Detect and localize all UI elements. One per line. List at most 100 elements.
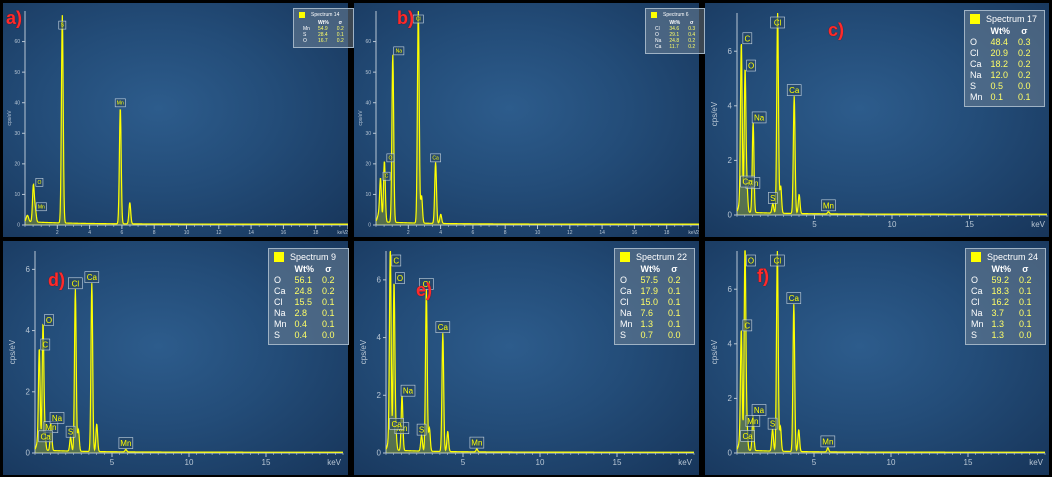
- legend-swatch: [651, 12, 657, 18]
- wt-cell: 0.1: [990, 92, 1004, 102]
- peak-label: Mn: [35, 202, 47, 212]
- legend-swatch: [299, 12, 305, 18]
- wt-cell: 57.5: [640, 275, 659, 285]
- x-tick-label: 5: [812, 220, 817, 229]
- x-axis-label: keV: [678, 458, 692, 467]
- y-tick-label: 0: [26, 449, 31, 458]
- sigma-cell: 0.0: [1018, 81, 1031, 91]
- wt-cell: 18.2: [990, 59, 1009, 69]
- wt-cell: 15.5: [294, 297, 313, 307]
- element-cell: O: [274, 275, 282, 285]
- peak-label: S: [416, 423, 427, 436]
- table-header: Wt%: [991, 264, 1012, 274]
- x-tick-label: 14: [599, 230, 605, 236]
- wt-cell: 17.9: [640, 286, 659, 296]
- wt-cell: 11.7: [669, 44, 679, 50]
- panel-label: a): [6, 8, 23, 28]
- sigma-cell: 0.2: [688, 44, 696, 50]
- y-tick-label: 50: [365, 70, 371, 76]
- legend-swatch: [971, 252, 981, 262]
- svg-text:C: C: [744, 321, 750, 330]
- y-tick-label: 30: [14, 131, 20, 137]
- svg-text:Na: Na: [754, 113, 765, 122]
- x-tick-label: 6: [121, 230, 124, 236]
- table-row: Na 2.8 0.1: [274, 308, 343, 319]
- svg-text:Ca: Ca: [743, 178, 754, 187]
- x-tick-label: 2: [56, 230, 59, 236]
- legend-table: Spectrum 17 Wt% σ O 48.4 0.3 Cl 20.9 0.2 Ca 18.2 0.…: [964, 10, 1045, 107]
- peak-label: Cl: [770, 254, 785, 267]
- peak-label: Ca: [430, 153, 441, 163]
- wt-cell: 0.5: [990, 81, 1004, 91]
- composition-table: Wt% σ O 48.4 0.3 Cl 20.9 0.2 Ca 18.2 0.2 Na 12.0 0.2 S…: [970, 26, 1039, 103]
- svg-text:Ca: Ca: [789, 86, 800, 95]
- x-tick-label: 18: [664, 230, 670, 236]
- element-cell: Ca: [274, 286, 286, 296]
- table-row: O 57.5 0.2: [620, 275, 689, 286]
- svg-text:Na: Na: [52, 414, 63, 423]
- svg-text:Mn: Mn: [747, 417, 758, 426]
- element-cell: S: [274, 330, 281, 340]
- y-axis-label: cps/eV: [8, 339, 17, 364]
- svg-text:Ca: Ca: [41, 432, 52, 441]
- y-tick-label: 50: [14, 70, 20, 76]
- table-row: Ca 17.9 0.1: [620, 286, 689, 297]
- element-cell: Ca: [655, 44, 662, 50]
- sigma-cell: 0.1: [1019, 286, 1032, 296]
- x-tick-label: 15: [965, 220, 974, 229]
- table-row: Mn 1.3 0.1: [971, 319, 1040, 330]
- table-header: [620, 264, 641, 275]
- element-cell: O: [620, 275, 628, 285]
- svg-text:S: S: [68, 428, 73, 437]
- wt-cell: 20.9: [990, 48, 1009, 58]
- legend-header: Spectrum 17: [970, 14, 1039, 24]
- x-tick-label: 5: [812, 458, 817, 467]
- sigma-cell: 0.2: [1019, 275, 1032, 285]
- svg-text:O: O: [388, 155, 392, 161]
- peak-label: C: [742, 319, 753, 332]
- y-tick-label: 6: [26, 265, 31, 274]
- sigma-cell: 0.2: [1018, 59, 1031, 69]
- peak-label: Na: [49, 412, 65, 424]
- x-tick-label: 12: [216, 230, 222, 236]
- element-cell: S: [971, 330, 978, 340]
- element-cell: Ca: [971, 286, 983, 296]
- y-tick-label: 2: [728, 156, 733, 165]
- legend-header: Spectrum 24: [971, 252, 1040, 262]
- peak-label: Na: [751, 404, 767, 416]
- svg-text:Ca: Ca: [438, 323, 449, 332]
- wt-cell: 12.0: [990, 70, 1009, 80]
- x-tick-label: 6: [472, 230, 475, 236]
- y-tick-label: 40: [14, 100, 20, 106]
- table-row: Ca 18.3 0.1: [971, 286, 1040, 297]
- table-header: Wt%: [990, 26, 1011, 36]
- svg-text:Ca: Ca: [743, 432, 754, 441]
- x-tick-label: 14: [248, 230, 254, 236]
- sigma-cell: 0.0: [1019, 330, 1032, 340]
- svg-text:Mn: Mn: [117, 100, 124, 106]
- sigma-cell: 0.1: [1019, 297, 1032, 307]
- wt-cell: 0.4: [294, 330, 308, 340]
- peak-label: Mn: [469, 436, 485, 449]
- peak-label: C: [382, 171, 391, 181]
- y-tick-label: 30: [365, 131, 371, 137]
- x-tick-label: 10: [888, 220, 897, 229]
- x-tick-label: 15: [964, 458, 973, 467]
- composition-table: Wt% σ Mn 54.9 0.2 S 28.4 0.1 O 16.7 0.2: [299, 20, 348, 44]
- wt-cell: 56.1: [294, 275, 313, 285]
- element-cell: S: [620, 330, 627, 340]
- y-tick-label: 6: [377, 276, 382, 285]
- element-cell: O: [971, 275, 979, 285]
- legend-title: Spectrum 22: [636, 252, 688, 262]
- x-axis-label: keV: [327, 458, 341, 467]
- wt-cell: 3.7: [991, 308, 1005, 318]
- svg-text:S: S: [770, 194, 775, 203]
- x-tick-label: 18: [313, 230, 319, 236]
- element-cell: Ca: [620, 286, 632, 296]
- svg-text:S: S: [419, 426, 424, 435]
- x-tick-label: 16: [281, 230, 287, 236]
- table-row: O 48.4 0.3: [970, 37, 1039, 48]
- y-tick-label: 6: [728, 285, 733, 294]
- legend-header: Spectrum 9: [274, 252, 343, 262]
- sigma-cell: 0.1: [1019, 319, 1032, 329]
